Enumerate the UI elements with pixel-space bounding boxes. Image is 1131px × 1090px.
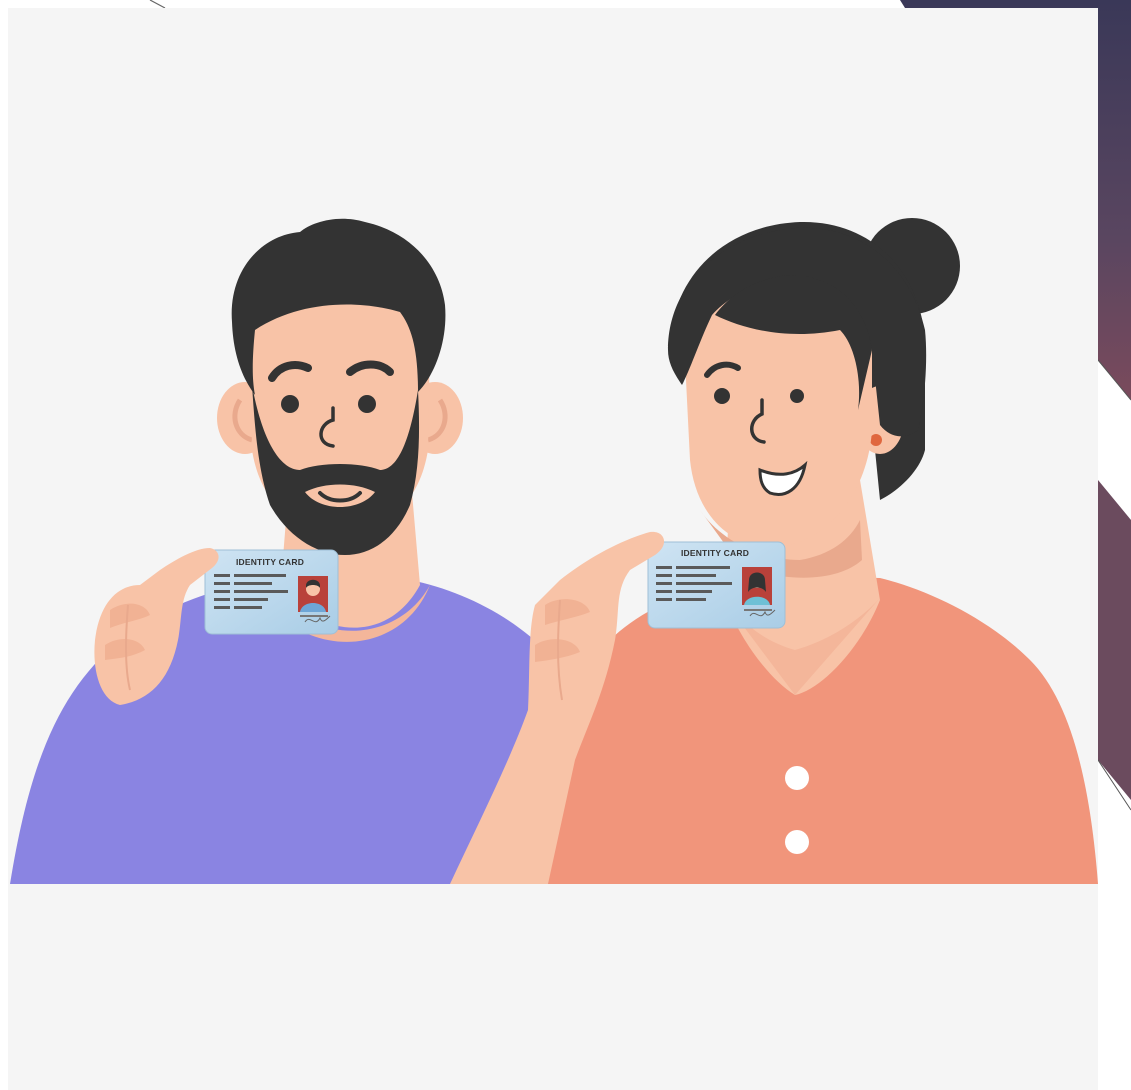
- woman-eye-left: [714, 388, 730, 404]
- woman-eye-right: [790, 389, 804, 403]
- man-eye-right: [358, 395, 376, 413]
- man-id-card-label: IDENTITY CARD: [236, 557, 304, 567]
- woman-shirt-button: [785, 766, 809, 790]
- woman-id-card-photo: [742, 567, 772, 605]
- woman-id-card: IDENTITY CARD: [647, 541, 786, 629]
- woman-id-card-label: IDENTITY CARD: [681, 548, 749, 558]
- woman-shirt-button: [785, 830, 809, 854]
- panel-background: [8, 8, 1098, 1090]
- identity-card-illustration: IDENTITY CARD IDENTITY CARD: [0, 0, 1131, 1090]
- man-id-card-photo: [298, 576, 328, 612]
- man-eye-left: [281, 395, 299, 413]
- woman-earring: [870, 434, 882, 446]
- man-id-card: IDENTITY CARD: [204, 549, 339, 635]
